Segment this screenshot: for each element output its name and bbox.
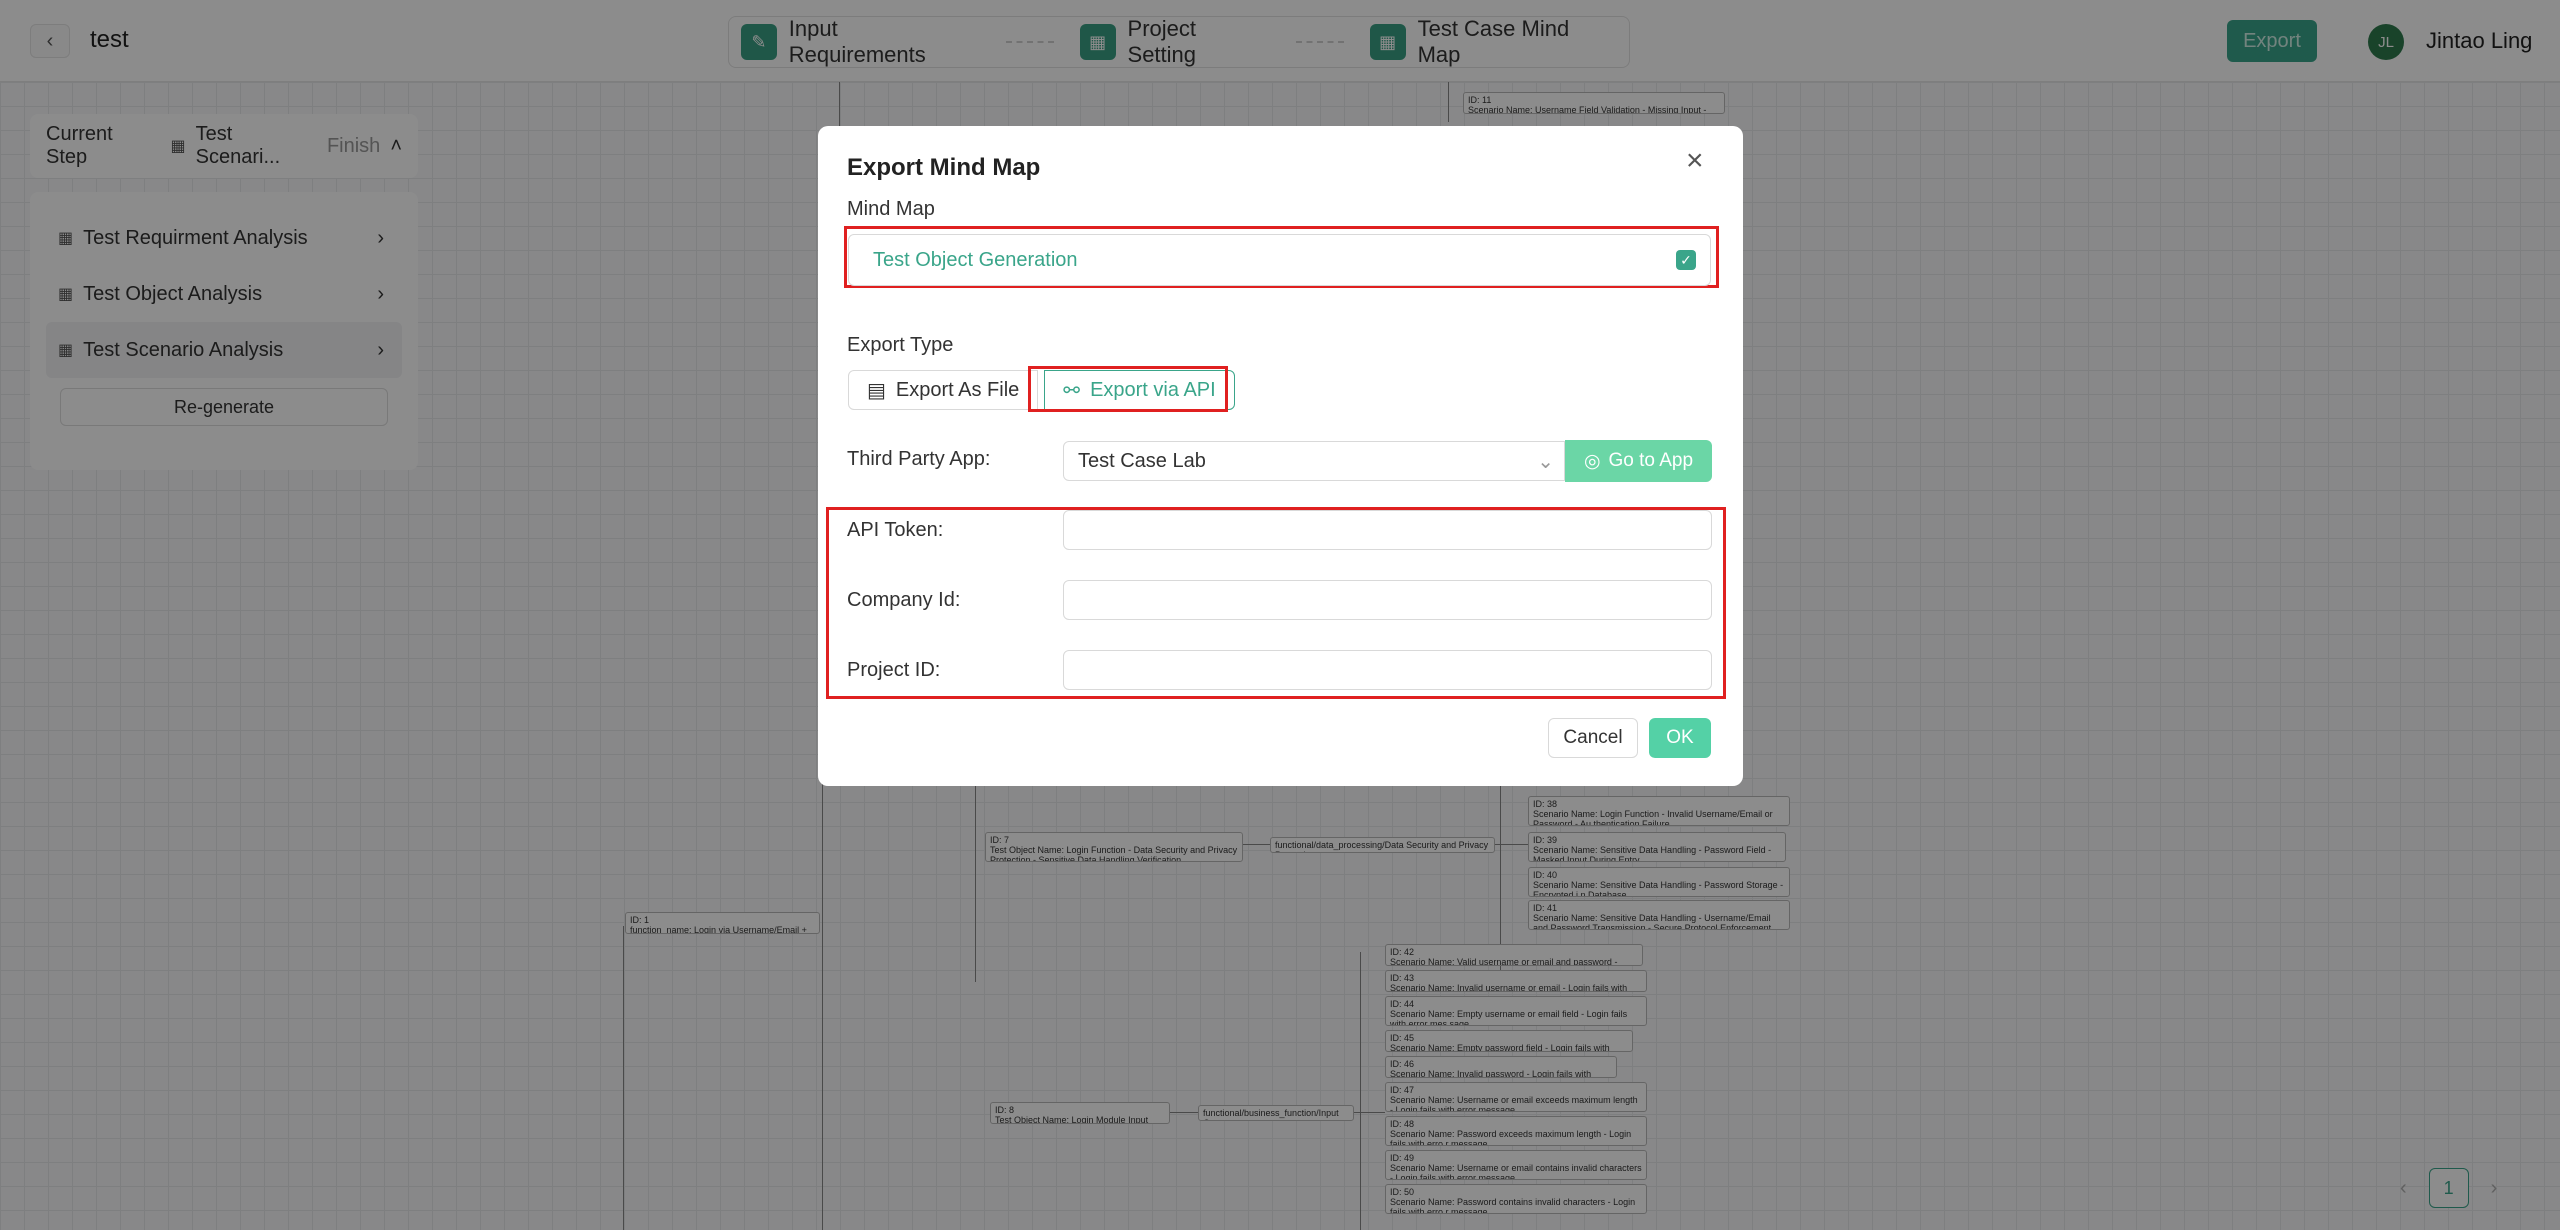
- third-party-app-label: Third Party App:: [847, 448, 991, 470]
- go-to-app-label: Go to App: [1608, 450, 1694, 471]
- dialog-title: Export Mind Map: [847, 154, 1041, 181]
- export-as-file-button[interactable]: ▤ Export As File: [848, 370, 1039, 410]
- mind-map-select[interactable]: Test Object Generation ✓: [848, 234, 1711, 286]
- highlight-box: [1028, 366, 1228, 412]
- export-type-label: Export Type: [847, 334, 954, 356]
- go-to-app-button[interactable]: ◎ Go to App: [1565, 440, 1712, 482]
- export-mind-map-dialog: Export Mind Map × Mind Map Test Object G…: [818, 126, 1743, 786]
- api-token-input[interactable]: [1063, 510, 1712, 550]
- third-party-app-value: Test Case Lab: [1078, 449, 1206, 472]
- ok-button[interactable]: OK: [1649, 718, 1711, 758]
- file-icon: ▤: [867, 379, 886, 402]
- company-id-label: Company Id:: [847, 589, 961, 611]
- third-party-app-select[interactable]: Test Case Lab ⌄: [1063, 441, 1565, 481]
- project-id-label: Project ID:: [847, 659, 941, 681]
- cancel-button[interactable]: Cancel: [1548, 718, 1638, 758]
- mind-map-value: Test Object Generation: [873, 248, 1078, 271]
- api-token-label: API Token:: [847, 519, 944, 541]
- close-icon[interactable]: ×: [1686, 144, 1704, 178]
- company-id-input[interactable]: [1063, 580, 1712, 620]
- chevron-down-icon: ⌄: [1537, 450, 1554, 473]
- project-id-input[interactable]: [1063, 650, 1712, 690]
- export-as-file-label: Export As File: [895, 378, 1020, 401]
- globe-icon: ◎: [1583, 450, 1601, 472]
- mind-map-label: Mind Map: [847, 198, 935, 220]
- checkbox-checked-icon[interactable]: ✓: [1676, 250, 1696, 270]
